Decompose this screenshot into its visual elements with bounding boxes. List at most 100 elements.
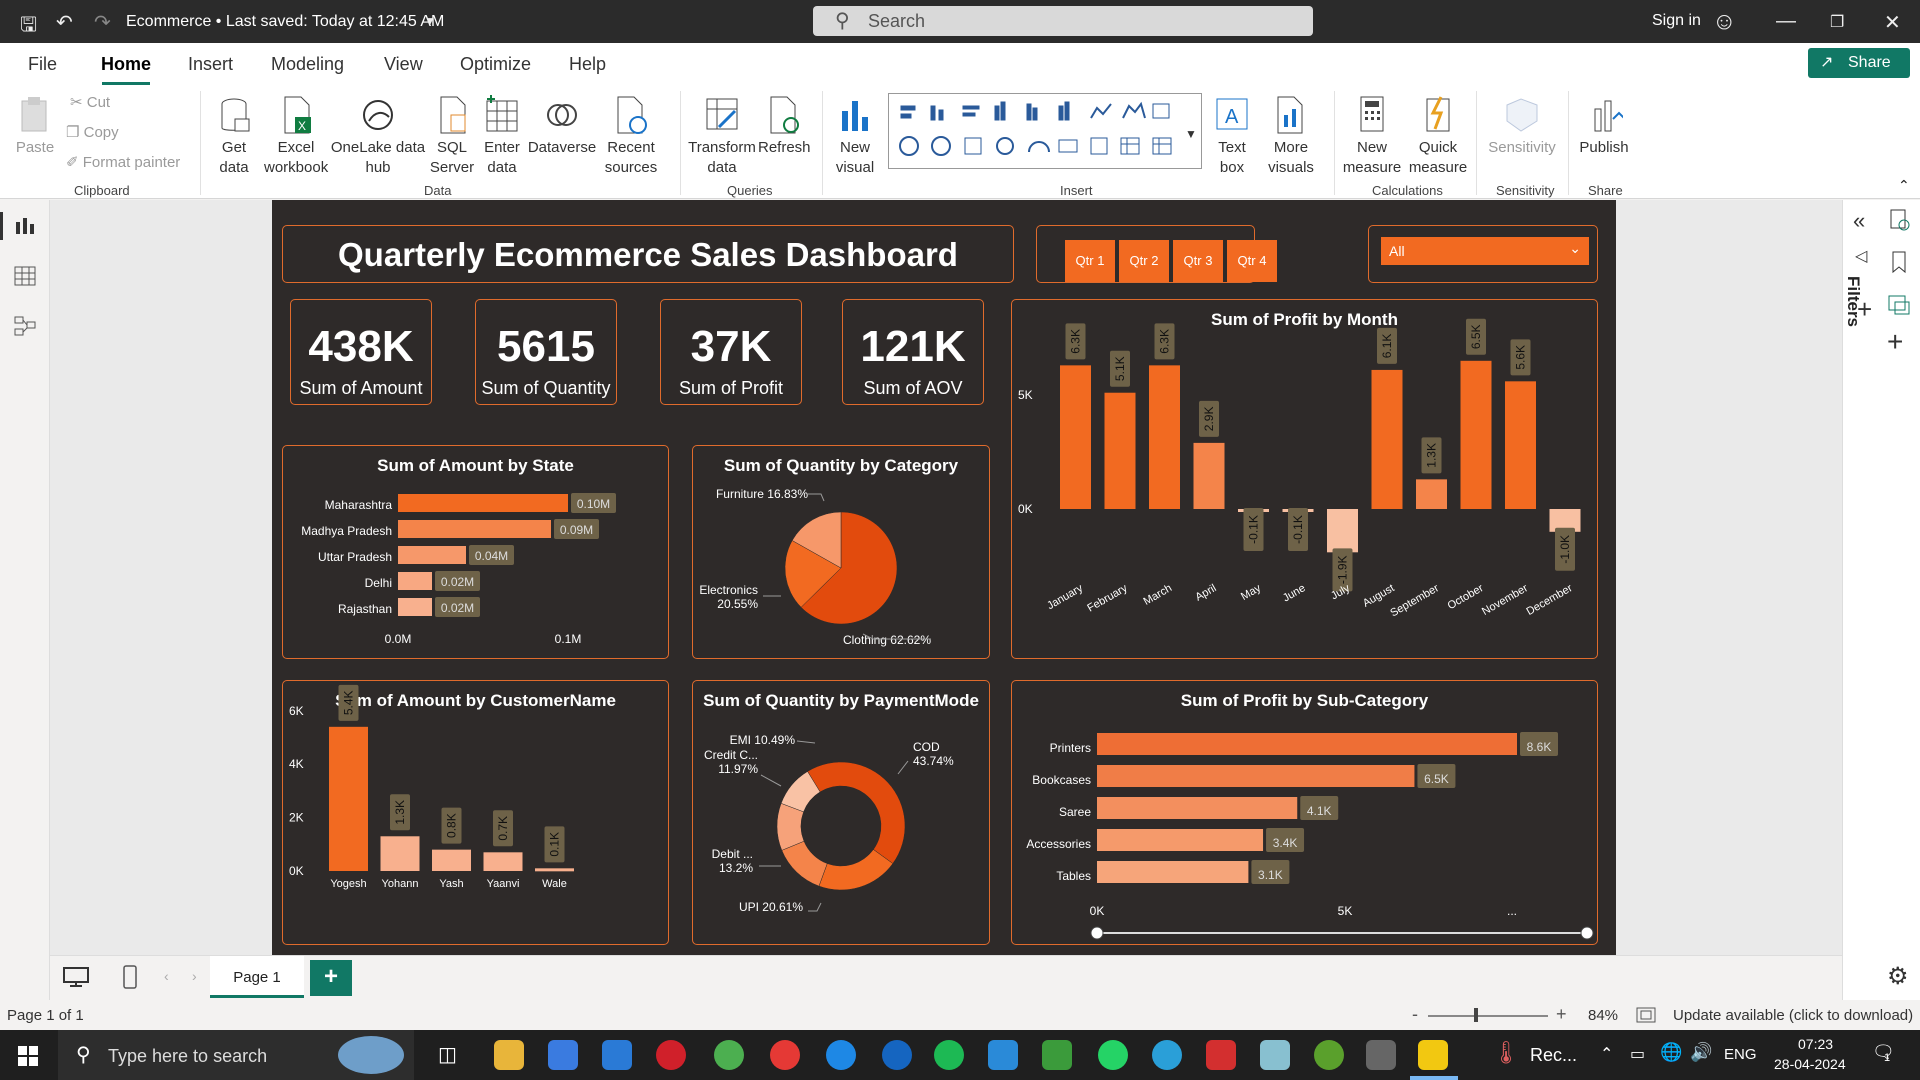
chart-profit-by-subcategory[interactable]: Sum of Profit by Sub-Category Printers 8.… bbox=[1011, 680, 1598, 945]
vscode-icon[interactable] bbox=[988, 1040, 1018, 1070]
undo-icon[interactable]: ↶ bbox=[56, 10, 73, 35]
next-page-icon[interactable]: › bbox=[192, 968, 197, 984]
add-page-button[interactable]: + bbox=[310, 960, 352, 996]
report-view-icon[interactable] bbox=[13, 214, 37, 238]
menu-help[interactable]: Help bbox=[569, 54, 606, 75]
search-input[interactable]: ⚲ Search bbox=[813, 6, 1313, 36]
power-bi-icon[interactable] bbox=[1418, 1040, 1448, 1070]
sql-server-button[interactable]: SQL Server bbox=[426, 95, 478, 178]
chrome-profile-icon[interactable] bbox=[770, 1040, 800, 1070]
menu-file[interactable]: File bbox=[28, 54, 57, 75]
fit-to-page-icon[interactable] bbox=[1636, 1007, 1656, 1023]
slicer-dropdown[interactable]: All ⌄ bbox=[1381, 237, 1589, 265]
whatsapp-icon[interactable] bbox=[1098, 1040, 1128, 1070]
clock-date[interactable]: 28-04-2024 bbox=[1774, 1056, 1846, 1072]
opera-icon[interactable] bbox=[656, 1040, 686, 1070]
table-view-icon[interactable] bbox=[13, 264, 37, 288]
utorrent-icon[interactable] bbox=[1314, 1040, 1344, 1070]
visualizations-icon[interactable] bbox=[1887, 208, 1911, 232]
acrobat-icon[interactable] bbox=[1206, 1040, 1236, 1070]
menu-modeling[interactable]: Modeling bbox=[271, 54, 344, 75]
selection-icon[interactable] bbox=[1887, 292, 1911, 316]
notes-app-icon[interactable] bbox=[1260, 1040, 1290, 1070]
close-icon[interactable]: ✕ bbox=[1884, 10, 1901, 35]
chart-amount-by-state[interactable]: Sum of Amount by State Maharashtra 0.10M M… bbox=[282, 445, 669, 659]
excel-workbook-button[interactable]: X Excel workbook bbox=[264, 95, 328, 178]
sign-in-button[interactable]: Sign in bbox=[1652, 12, 1701, 30]
bookmark-icon[interactable] bbox=[1887, 250, 1911, 274]
network-icon[interactable]: 🌐 bbox=[1660, 1042, 1682, 1063]
document-title[interactable]: Ecommerce • Last saved: Today at 12:45 A… bbox=[126, 13, 444, 31]
cut-button[interactable]: ✂ Cut bbox=[70, 93, 110, 111]
more-visuals-button[interactable]: More visuals bbox=[1258, 95, 1324, 178]
quick-measure-button[interactable]: Quick measure bbox=[1406, 95, 1470, 178]
text-box-button[interactable]: A Text box bbox=[1208, 95, 1256, 178]
menu-home[interactable]: Home bbox=[101, 54, 151, 75]
quarter-button-2[interactable]: Qtr 2 bbox=[1119, 240, 1169, 282]
windows-start-icon[interactable] bbox=[18, 1046, 38, 1066]
copy-button[interactable]: ❐ Copy bbox=[66, 123, 119, 141]
minimize-icon[interactable]: — bbox=[1776, 10, 1796, 33]
tab-page-1[interactable]: Page 1 bbox=[210, 956, 304, 998]
get-data-button[interactable]: Get data bbox=[206, 95, 262, 178]
new-measure-button[interactable]: New measure bbox=[1340, 95, 1404, 178]
chrome-icon[interactable] bbox=[714, 1040, 744, 1070]
prev-page-icon[interactable]: ‹ bbox=[164, 968, 169, 984]
file-explorer-icon[interactable] bbox=[494, 1040, 524, 1070]
chart-profit-by-month[interactable]: Sum of Profit by Month 5K 0K 6.3K January 5.… bbox=[1011, 299, 1598, 659]
account-icon[interactable]: ☺ bbox=[1712, 8, 1737, 36]
restore-icon[interactable]: ❐ bbox=[1830, 12, 1844, 32]
refresh-button[interactable]: Refresh bbox=[758, 95, 811, 158]
zoom-slider-thumb[interactable] bbox=[1474, 1008, 1478, 1022]
model-view-icon[interactable] bbox=[13, 314, 37, 338]
chart-amount-by-customer[interactable]: Sum of Amount by CustomerName 6K 4K 2K 0K 5.… bbox=[282, 680, 669, 945]
mail-icon[interactable] bbox=[602, 1040, 632, 1070]
zoom-in-icon[interactable]: + bbox=[1556, 1004, 1567, 1025]
collapse-filters-icon[interactable]: « bbox=[1853, 208, 1865, 234]
zoom-out-icon[interactable]: - bbox=[1412, 1004, 1418, 1025]
taskbar-search[interactable]: ⚲ Type here to search bbox=[58, 1030, 414, 1080]
quarter-button-4[interactable]: Qtr 4 bbox=[1227, 240, 1277, 282]
transform-data-button[interactable]: Transform data bbox=[686, 95, 758, 178]
plus-icon[interactable]: + bbox=[1887, 326, 1903, 358]
redo-icon[interactable]: ↷ bbox=[94, 10, 111, 35]
desktop-layout-icon[interactable] bbox=[62, 966, 90, 988]
enter-data-button[interactable]: Enter data bbox=[480, 95, 524, 178]
dataverse-button[interactable]: Dataverse bbox=[526, 95, 598, 158]
calculator-icon[interactable] bbox=[1366, 1040, 1396, 1070]
chrome-profile-2-icon[interactable] bbox=[826, 1040, 856, 1070]
spotify-icon[interactable] bbox=[934, 1040, 964, 1070]
recent-sources-button[interactable]: Recent sources bbox=[596, 95, 666, 178]
publish-button[interactable]: Publish bbox=[1576, 95, 1632, 158]
task-view-icon[interactable]: ◫ bbox=[438, 1042, 457, 1067]
save-icon[interactable]: 🖫 bbox=[20, 10, 37, 44]
add-icon[interactable]: + bbox=[1857, 294, 1872, 325]
paste-button[interactable]: Paste bbox=[12, 95, 58, 158]
format-painter-button[interactable]: ✐ Format painter bbox=[66, 153, 180, 171]
quarter-button-1[interactable]: Qtr 1 bbox=[1065, 240, 1115, 282]
edge-icon[interactable] bbox=[882, 1040, 912, 1070]
store-icon[interactable] bbox=[548, 1040, 578, 1070]
new-visual-button[interactable]: New visual bbox=[828, 95, 882, 178]
visual-gallery[interactable]: ▼ bbox=[888, 93, 1202, 169]
calendar-app-icon[interactable] bbox=[1042, 1040, 1072, 1070]
chevron-up-icon[interactable]: ⌃ bbox=[1600, 1044, 1613, 1064]
settings-icon[interactable]: ⚙ bbox=[1887, 962, 1909, 991]
collapse-ribbon-icon[interactable]: ⌃ bbox=[1898, 177, 1910, 194]
zoom-slider[interactable] bbox=[1428, 1015, 1548, 1017]
menu-optimize[interactable]: Optimize bbox=[460, 54, 531, 75]
menu-insert[interactable]: Insert bbox=[188, 54, 233, 75]
share-button[interactable]: ↗ Share bbox=[1808, 48, 1910, 78]
language-indicator[interactable]: ENG bbox=[1724, 1046, 1757, 1063]
quarter-button-3[interactable]: Qtr 3 bbox=[1173, 240, 1223, 282]
volume-icon[interactable]: 🔊 bbox=[1690, 1042, 1712, 1063]
clock-time[interactable]: 07:23 bbox=[1798, 1036, 1833, 1052]
chart-quantity-by-paymentmode[interactable]: Sum of Quantity by PaymentMode COD 43.74%… bbox=[692, 680, 990, 945]
update-available-link[interactable]: Update available (click to download) bbox=[1673, 1007, 1913, 1024]
onelake-data-hub-button[interactable]: OneLake data hub bbox=[330, 95, 426, 178]
sensitivity-button[interactable]: Sensitivity bbox=[1482, 95, 1562, 158]
telegram-icon[interactable] bbox=[1152, 1040, 1182, 1070]
chart-quantity-by-category[interactable]: Sum of Quantity by Category Clothing 62.… bbox=[692, 445, 990, 659]
chevron-down-icon[interactable]: ▼ bbox=[424, 14, 436, 28]
recorder-label[interactable]: Rec... bbox=[1530, 1045, 1577, 1066]
